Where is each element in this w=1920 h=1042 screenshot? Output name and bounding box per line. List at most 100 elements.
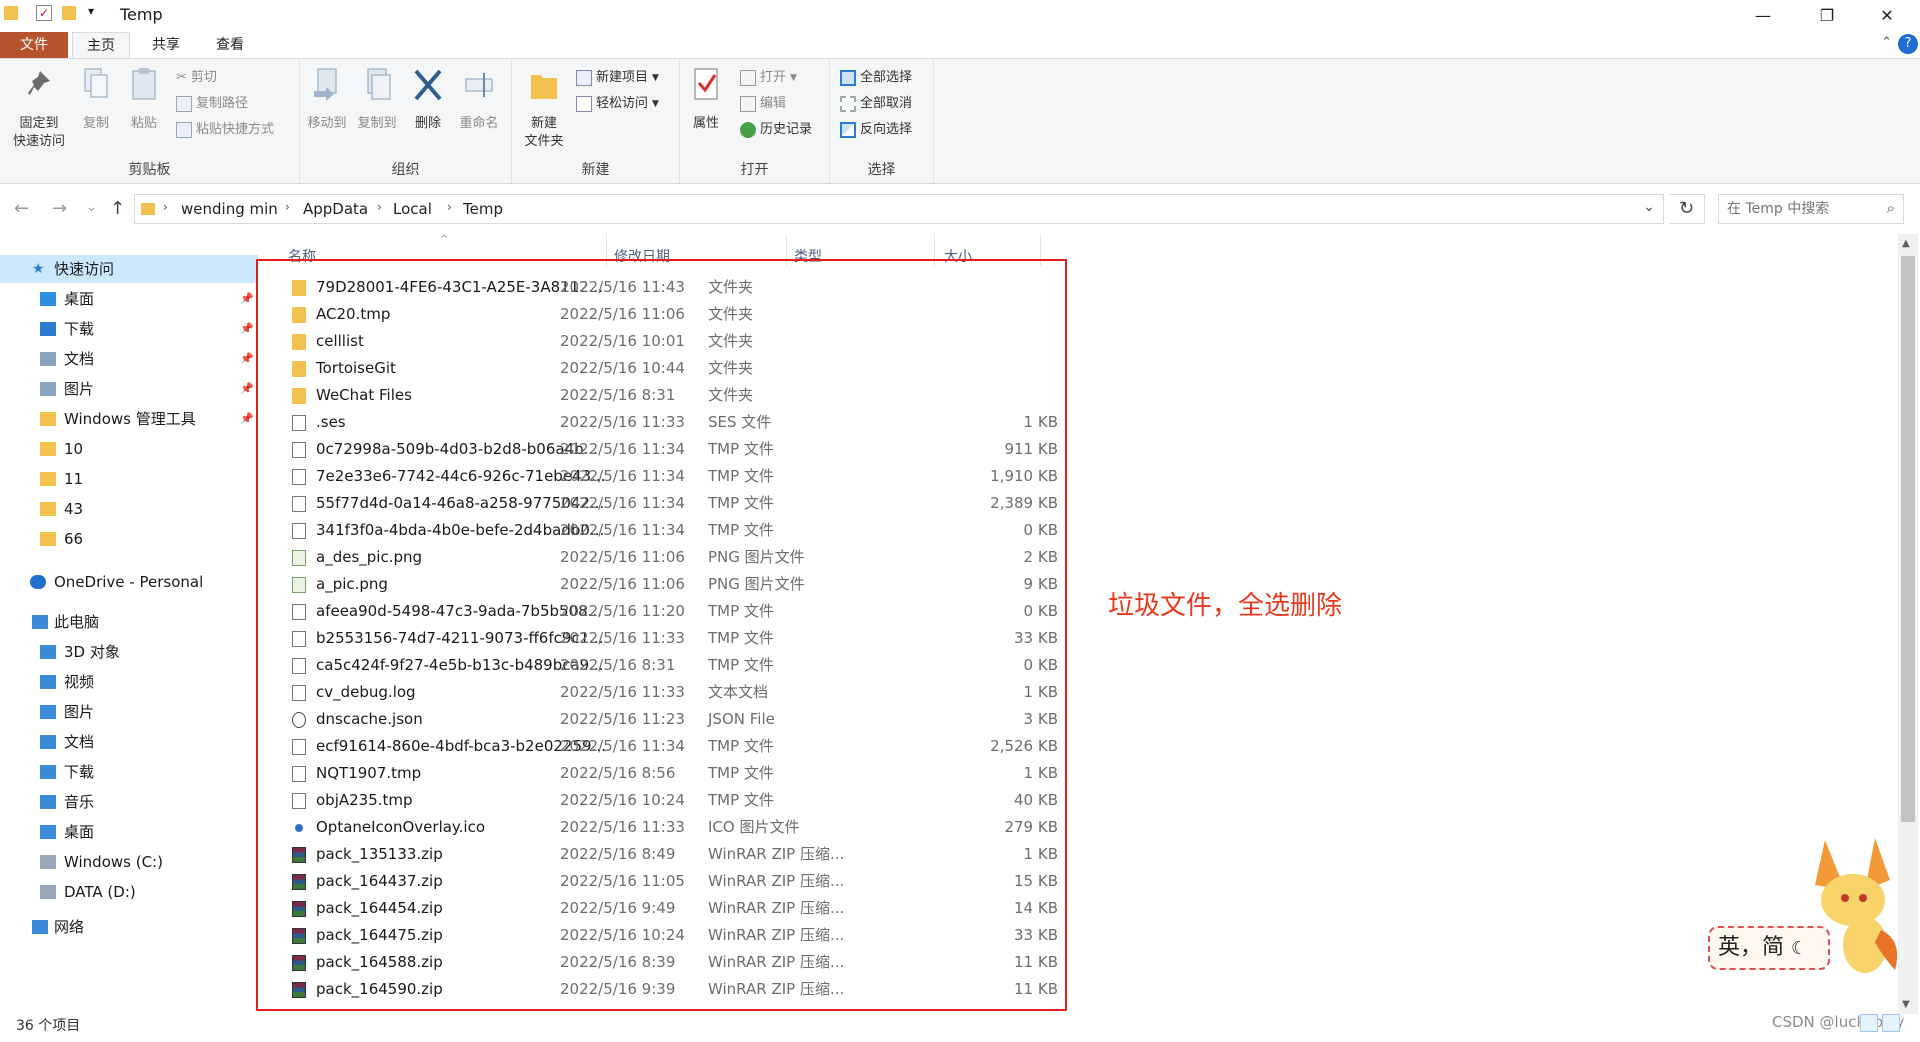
search-input[interactable] (1727, 196, 1877, 222)
move-to-button[interactable]: 移动到 (304, 65, 350, 133)
star-icon: ★ (32, 261, 45, 277)
sidebar-item-quick-8[interactable]: 66 (0, 525, 258, 553)
sidebar-item-quick-3[interactable]: 图片 📌 (0, 375, 258, 403)
group-label-select: 选择 (867, 162, 896, 178)
up-button[interactable]: ↑ (110, 198, 125, 219)
sidebar-item-pc-3[interactable]: 文档 (0, 728, 258, 756)
breadcrumb-local[interactable]: Local (393, 200, 432, 218)
sidebar-item-this-pc[interactable]: 此电脑 (0, 608, 258, 636)
scroll-up-icon[interactable]: ▲ (1902, 238, 1910, 249)
qat-dropdown-icon[interactable]: ▾ (88, 4, 94, 22)
sidebar-item-quick-6[interactable]: 11 (0, 465, 258, 493)
status-item-count: 36 个项目 (16, 1018, 81, 1034)
desktop-icon (40, 292, 56, 306)
open-button[interactable]: 打开 ▼ (740, 67, 797, 89)
sidebar-item-quick-7[interactable]: 43 (0, 495, 258, 523)
ribbon-tabs: 文件 主页 共享 查看 ⌃ ? (0, 30, 1920, 58)
forward-button[interactable]: → (52, 198, 67, 219)
address-dropdown-icon[interactable]: ⌄ (1643, 199, 1655, 215)
breadcrumb-appdata[interactable]: AppData (303, 200, 368, 218)
folder-icon (40, 442, 56, 456)
back-button[interactable]: ← (14, 198, 29, 219)
search-icon[interactable]: ⌕ (1887, 199, 1895, 217)
help-icon[interactable]: ? (1898, 34, 1918, 54)
sidebar-label: 网络 (54, 918, 85, 936)
select-none-button[interactable]: 全部取消 (840, 93, 912, 115)
sidebar-item-pc-8[interactable]: DATA (D:) (0, 878, 258, 906)
copy-to-button[interactable]: 复制到 (354, 65, 400, 133)
maximize-button[interactable]: ❐ (1798, 0, 1856, 30)
sidebar-item-pc-6[interactable]: 桌面 (0, 818, 258, 846)
pin-quick-access-button[interactable]: 固定到 快速访问 (8, 65, 70, 151)
recent-locations-button[interactable]: ⌄ (86, 200, 97, 215)
details-view-icon[interactable] (1860, 1014, 1878, 1032)
sidebar-item-pc-0[interactable]: 3D 对象 (0, 638, 258, 666)
sidebar-label: 66 (64, 530, 84, 548)
ribbon-collapse-icon[interactable]: ⌃ (1881, 35, 1892, 50)
sidebar-item-pc-5[interactable]: 音乐 (0, 788, 258, 816)
sidebar-label: 桌面 (64, 290, 95, 308)
copy-to-icon (367, 68, 391, 100)
paste-button[interactable]: 粘贴 (124, 65, 164, 133)
tab-view[interactable]: 查看 (202, 32, 258, 58)
history-button[interactable]: 历史记录 (740, 119, 812, 141)
rename-button[interactable]: 重命名 (456, 65, 502, 133)
new-item-button[interactable]: 新建项目 ▼ (576, 67, 659, 89)
easy-access-button[interactable]: 轻松访问 ▼ (576, 93, 659, 115)
properties-qat-icon[interactable]: ✓ (36, 5, 52, 21)
scrollbar-thumb[interactable] (1901, 256, 1915, 822)
address-bar[interactable]: › wending min › AppData › Local › Temp ⌄ (134, 194, 1664, 224)
sidebar-item-quick-1[interactable]: 下载 📌 (0, 315, 258, 343)
search-box[interactable]: ⌕ (1718, 194, 1904, 224)
sidebar-label: 下载 (64, 763, 95, 781)
tab-home[interactable]: 主页 (72, 32, 130, 58)
sidebar-item-network[interactable]: 网络 (0, 913, 258, 941)
properties-icon (694, 68, 718, 100)
tab-file[interactable]: 文件 (0, 32, 68, 58)
sidebar-label: 文档 (64, 350, 95, 368)
paste-shortcut-button[interactable]: 粘贴快捷方式 (176, 119, 274, 141)
sidebar-item-pc-1[interactable]: 视频 (0, 668, 258, 696)
copy-path-button[interactable]: 复制路径 (176, 93, 248, 115)
paste-icon (132, 68, 156, 100)
delete-button[interactable]: 删除 (410, 65, 446, 133)
copy-path-icon (176, 96, 192, 112)
minimize-button[interactable]: — (1734, 0, 1792, 30)
sidebar-item-quick-2[interactable]: 文档 📌 (0, 345, 258, 373)
refresh-button[interactable]: ↻ (1669, 194, 1705, 224)
edit-button[interactable]: 编辑 (740, 93, 786, 115)
sidebar-item-onedrive[interactable]: OneDrive - Personal (0, 568, 258, 596)
sidebar-item-quick-5[interactable]: 10 (0, 435, 258, 463)
folder-icon (40, 532, 56, 546)
rename-icon (465, 73, 493, 97)
sidebar-item-quick-4[interactable]: Windows 管理工具 📌 (0, 405, 258, 433)
sidebar-item-pc-7[interactable]: Windows (C:) (0, 848, 258, 876)
pin-icon: 📌 (240, 382, 254, 395)
breadcrumb-temp[interactable]: Temp (463, 200, 503, 218)
new-folder-qat-icon[interactable] (62, 6, 76, 20)
ime-indicator[interactable]: 英，简 ☾ (1708, 926, 1830, 970)
cut-button[interactable]: ✂ 剪切 (176, 67, 217, 89)
pin-icon: 📌 (240, 322, 254, 335)
large-icons-view-icon[interactable] (1882, 1014, 1900, 1032)
select-all-button[interactable]: 全部选择 (840, 67, 912, 89)
computer-icon (32, 615, 48, 629)
select-all-label: 全部选择 (860, 70, 913, 85)
sidebar-item-quick-access[interactable]: ★ 快速访问 (0, 255, 258, 283)
invert-selection-button[interactable]: 反向选择 (840, 119, 912, 141)
sidebar-item-quick-0[interactable]: 桌面 📌 (0, 285, 258, 313)
copy-button[interactable]: 复制 (76, 65, 116, 133)
sidebar-item-pc-4[interactable]: 下载 (0, 758, 258, 786)
properties-button[interactable]: 属性 (686, 65, 726, 133)
close-button[interactable]: ✕ (1858, 0, 1916, 30)
open-icon (740, 70, 756, 86)
title-bar: ✓ ▾ Temp — ❐ ✕ (0, 0, 1920, 30)
easy-access-label: 轻松访问 (596, 96, 649, 111)
pin-icon: 📌 (240, 412, 254, 425)
pin-icon (28, 71, 50, 95)
tab-share[interactable]: 共享 (138, 32, 194, 58)
scroll-down-icon[interactable]: ▼ (1902, 999, 1910, 1010)
sidebar-item-pc-2[interactable]: 图片 (0, 698, 258, 726)
breadcrumb-wending-min[interactable]: wending min (181, 200, 278, 218)
new-folder-button[interactable]: 新建 文件夹 (522, 65, 566, 151)
